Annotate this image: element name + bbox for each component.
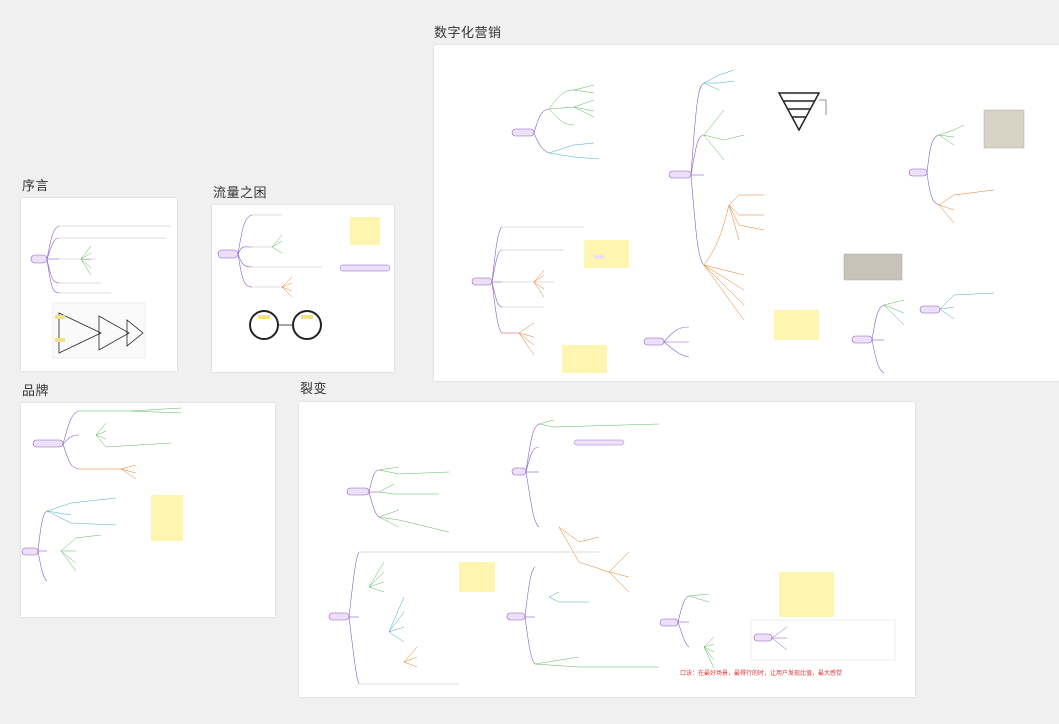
board-brand[interactable]	[21, 403, 275, 617]
photo-thumbnail[interactable]	[843, 253, 903, 281]
mindmap-digital	[471, 69, 1025, 374]
board-traffic[interactable]	[212, 205, 394, 372]
mindmap-fission	[328, 419, 896, 685]
frame-title-brand: 品牌	[22, 384, 50, 399]
photo-thumbnail-2[interactable]	[983, 109, 1025, 149]
board-preface[interactable]	[21, 198, 177, 371]
frame-title-traffic: 流量之困	[213, 186, 268, 201]
mindmap-traffic	[217, 214, 391, 340]
board-fission[interactable]: 口诀：在最好场景，最得行的时，让用户发现比值，最大感觉	[299, 402, 915, 697]
frame-title-preface: 序言	[22, 179, 50, 194]
frame-title-fission: 裂变	[300, 382, 328, 397]
board-digital[interactable]	[434, 45, 1059, 381]
mindmap-brand	[21, 407, 183, 582]
frame-title-digital: 数字化营销	[434, 26, 502, 41]
funnel-diagram	[777, 92, 821, 132]
mindmap-preface	[30, 225, 171, 359]
fission-note: 口诀：在最好场景，最得行的时，让用户发现比值，最大感觉	[680, 670, 843, 677]
